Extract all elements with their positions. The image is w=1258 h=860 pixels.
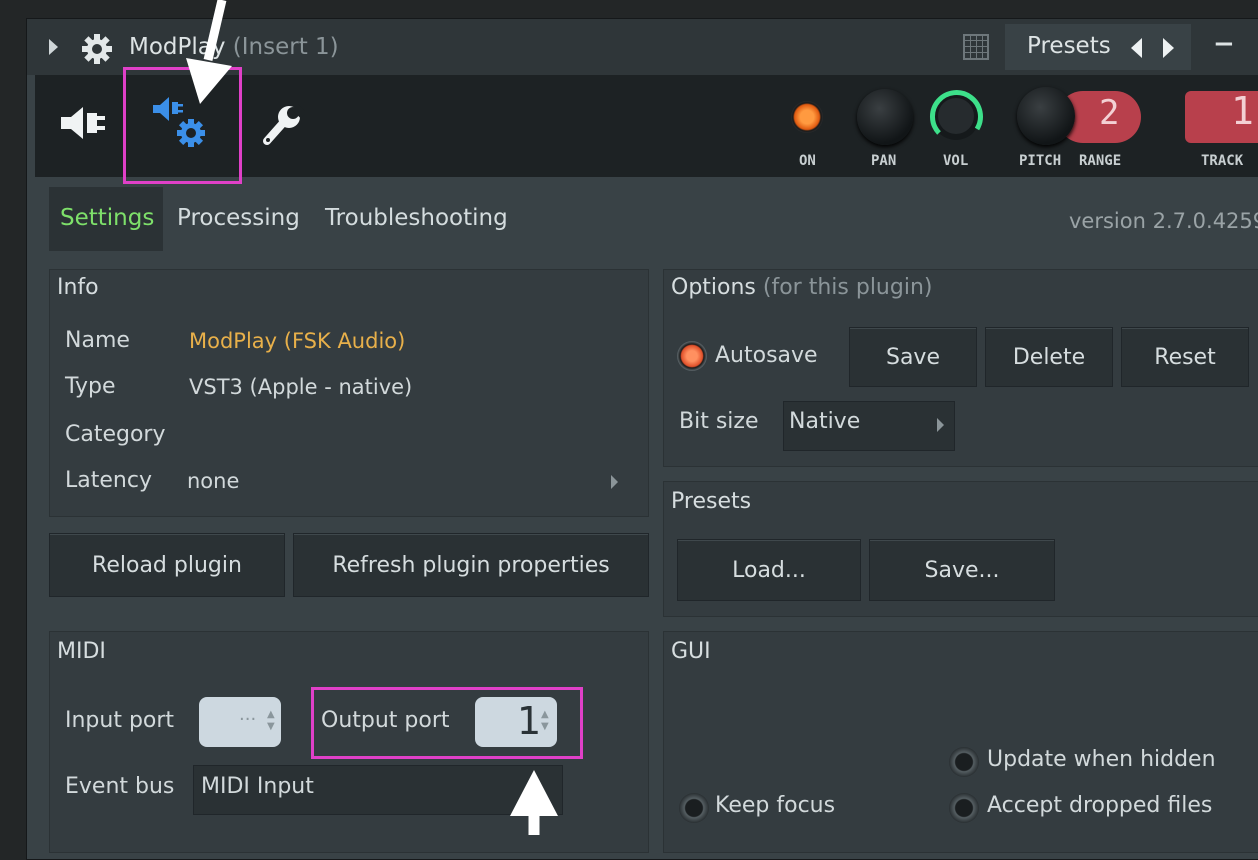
annotation-arrows bbox=[186, 0, 558, 835]
arrow-head-down-icon bbox=[186, 58, 232, 104]
arrow-down-to-settings-icon bbox=[203, 0, 227, 62]
arrow-head-up-icon bbox=[510, 770, 558, 816]
